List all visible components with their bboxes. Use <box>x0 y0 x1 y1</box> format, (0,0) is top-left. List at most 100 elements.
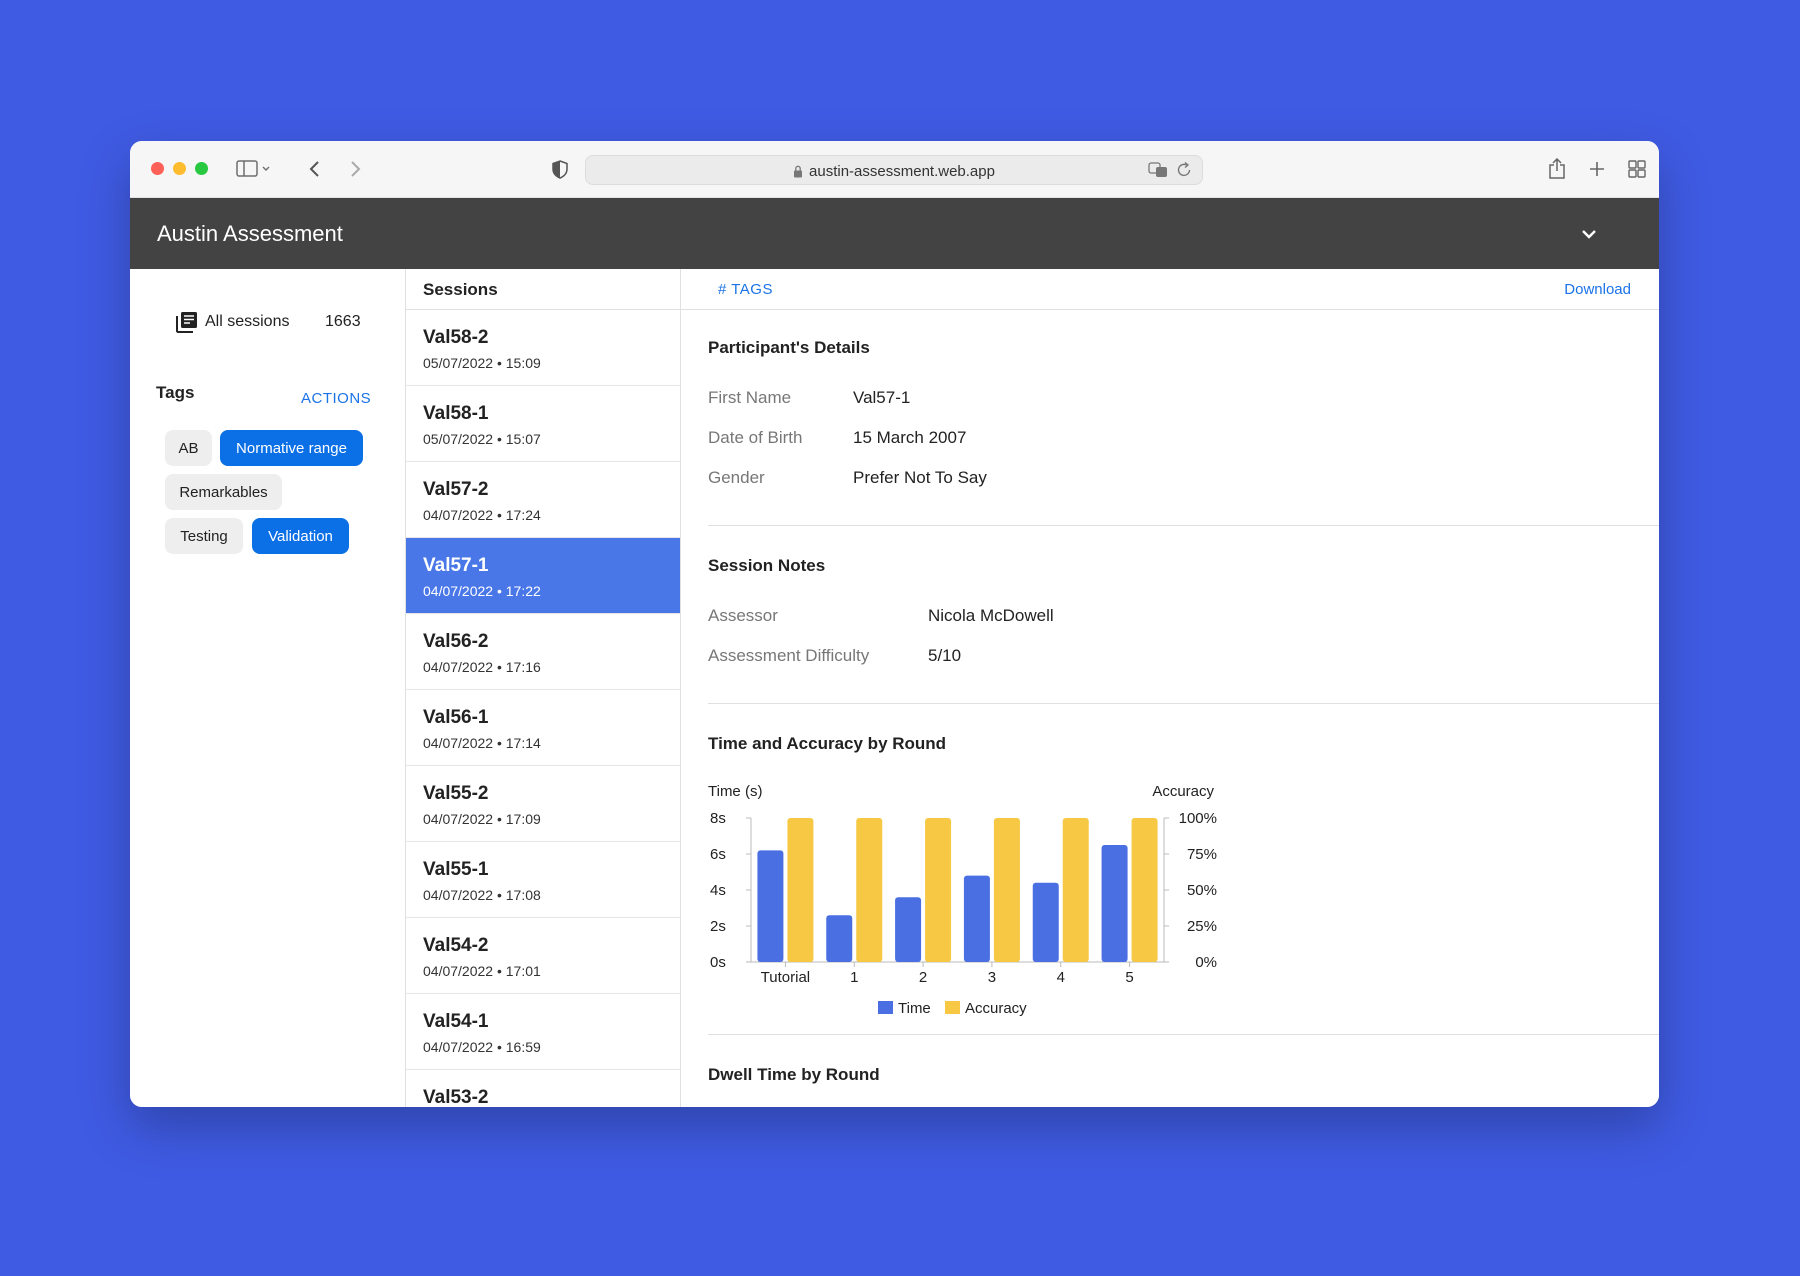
session-item[interactable]: Val53-2 <box>406 1070 680 1107</box>
session-item[interactable]: Val54-2 04/07/2022 • 17:01 <box>406 918 680 994</box>
zoom-window-button[interactable] <box>195 162 208 175</box>
share-icon[interactable] <box>1545 157 1569 181</box>
lock-icon <box>794 165 803 178</box>
x-tick-label: 3 <box>988 969 996 986</box>
time-accuracy-chart: Time (s) Accuracy 0s 2s 4s 6s 8s 0% 25% 50% 75% 100… <box>708 783 1217 1017</box>
tag-chip-normative-range[interactable]: Normative range <box>220 430 363 466</box>
assessor-value: Nicola McDowell <box>928 606 1054 625</box>
session-item[interactable]: Val57-2 04/07/2022 • 17:24 <box>406 462 680 538</box>
chevron-down-icon[interactable] <box>1579 224 1599 244</box>
session-date: 04/07/2022 • 17:22 <box>423 583 541 599</box>
session-date: 04/07/2022 • 17:09 <box>423 811 541 827</box>
detail-toolbar: # TAGS Download <box>681 269 1659 310</box>
dob-value: 15 March 2007 <box>853 428 967 447</box>
session-name: Val56-1 <box>423 707 489 728</box>
time-bar <box>757 850 784 962</box>
divider <box>708 703 1659 704</box>
tags-sidebar: All sessions 1663 Tags ACTIONS AB Normat… <box>130 269 405 1107</box>
difficulty-value: 5/10 <box>928 646 962 665</box>
divider <box>708 1034 1659 1035</box>
y-left-tick-label: 0s <box>710 954 726 971</box>
legend-swatch-accuracy <box>945 1001 960 1014</box>
sessions-list: Sessions Val58-2 05/07/2022 • 15:09 Val5… <box>405 269 681 1107</box>
accuracy-bar <box>1131 818 1158 962</box>
first-name-label: First Name <box>708 388 792 407</box>
sessions-heading: Sessions <box>406 269 680 310</box>
url-text: austin-assessment.web.app <box>809 163 995 180</box>
session-name: Val57-2 <box>423 479 489 500</box>
y-left-tick-label: 6s <box>710 846 726 863</box>
tag-chip-validation[interactable]: Validation <box>252 518 349 554</box>
x-tick-label: Tutorial <box>761 969 810 986</box>
session-date: 05/07/2022 • 15:09 <box>423 355 541 371</box>
tags-button[interactable]: # TAGS <box>718 281 773 298</box>
session-name: Val58-1 <box>423 403 489 424</box>
y-right-tick-label: 50% <box>1187 882 1217 899</box>
session-name: Val58-2 <box>423 327 489 348</box>
session-item[interactable]: Val58-1 05/07/2022 • 15:07 <box>406 386 680 462</box>
accuracy-bar <box>1062 818 1089 962</box>
session-date: 04/07/2022 • 16:59 <box>423 1039 541 1055</box>
address-bar[interactable]: austin-assessment.web.app <box>585 155 1203 185</box>
session-name: Val55-2 <box>423 783 489 804</box>
dwell-time-title: Dwell Time by Round <box>708 1065 880 1084</box>
back-icon[interactable] <box>303 157 327 181</box>
session-item[interactable]: Val54-1 04/07/2022 • 16:59 <box>406 994 680 1070</box>
tab-overview-icon[interactable] <box>1625 157 1649 181</box>
session-date: 04/07/2022 • 17:14 <box>423 735 541 751</box>
accuracy-bar <box>993 818 1020 962</box>
y-left-tick-label: 8s <box>710 810 726 827</box>
x-tick-label: 2 <box>919 969 927 986</box>
session-item[interactable]: Val56-1 04/07/2022 • 17:14 <box>406 690 680 766</box>
tag-chip-testing[interactable]: Testing <box>165 518 243 554</box>
session-item[interactable]: Val58-2 05/07/2022 • 15:09 <box>406 310 680 386</box>
participant-details-title: Participant's Details <box>708 338 870 357</box>
close-window-button[interactable] <box>151 162 164 175</box>
session-date: 04/07/2022 • 17:08 <box>423 887 541 903</box>
session-item[interactable]: Val56-2 04/07/2022 • 17:16 <box>406 614 680 690</box>
all-sessions-count: 1663 <box>325 313 361 330</box>
legend-label-accuracy: Accuracy <box>965 1000 1027 1017</box>
session-item[interactable]: Val55-1 04/07/2022 • 17:08 <box>406 842 680 918</box>
difficulty-label: Assessment Difficulty <box>708 646 870 665</box>
accuracy-bar <box>787 818 814 962</box>
tag-chip-remarkables[interactable]: Remarkables <box>165 474 282 510</box>
assessor-label: Assessor <box>708 606 778 625</box>
session-date: 04/07/2022 • 17:24 <box>423 507 541 523</box>
session-name: Val55-1 <box>423 859 489 880</box>
forward-icon[interactable] <box>343 157 367 181</box>
all-sessions-item[interactable]: All sessions <box>175 310 289 334</box>
app-title: Austin Assessment <box>157 221 343 246</box>
browser-window: austin-assessment.web.app Austin Assessm… <box>130 141 1659 1107</box>
divider <box>708 525 1659 526</box>
chart-title: Time and Accuracy by Round <box>708 734 947 753</box>
accuracy-bar <box>925 818 952 962</box>
browser-toolbar: austin-assessment.web.app <box>130 141 1659 198</box>
reload-icon[interactable] <box>1177 161 1192 183</box>
session-detail: # TAGS Download Participant's Details Fi… <box>681 269 1659 1107</box>
y-left-axis-title: Time (s) <box>708 783 762 800</box>
minimize-window-button[interactable] <box>173 162 186 175</box>
actions-button[interactable]: ACTIONS <box>301 390 371 407</box>
download-button[interactable]: Download <box>1564 281 1631 298</box>
y-left-tick-label: 2s <box>710 918 726 935</box>
session-name: Val56-2 <box>423 631 489 652</box>
session-notes-title: Session Notes <box>708 556 826 575</box>
session-item-selected[interactable]: Val57-1 04/07/2022 • 17:22 <box>406 538 680 614</box>
y-right-tick-label: 75% <box>1187 846 1217 863</box>
time-bar <box>826 915 853 962</box>
x-tick-label: 1 <box>850 969 858 986</box>
translate-icon[interactable] <box>1148 162 1168 183</box>
tag-chip-ab[interactable]: AB <box>165 430 212 466</box>
gender-value: Prefer Not To Say <box>853 468 987 487</box>
session-date: 04/07/2022 • 17:16 <box>423 659 541 675</box>
session-item[interactable]: Val55-2 04/07/2022 • 17:09 <box>406 766 680 842</box>
x-tick-label: 4 <box>1057 969 1065 986</box>
new-tab-icon[interactable] <box>1585 157 1609 181</box>
y-left-tick-label: 4s <box>710 882 726 899</box>
legend-label-time: Time <box>898 1000 931 1017</box>
session-date: 05/07/2022 • 15:07 <box>423 431 541 447</box>
privacy-shield-icon[interactable] <box>548 157 572 181</box>
sidebar-toggle-icon[interactable] <box>236 157 270 181</box>
y-right-tick-label: 100% <box>1179 810 1217 827</box>
